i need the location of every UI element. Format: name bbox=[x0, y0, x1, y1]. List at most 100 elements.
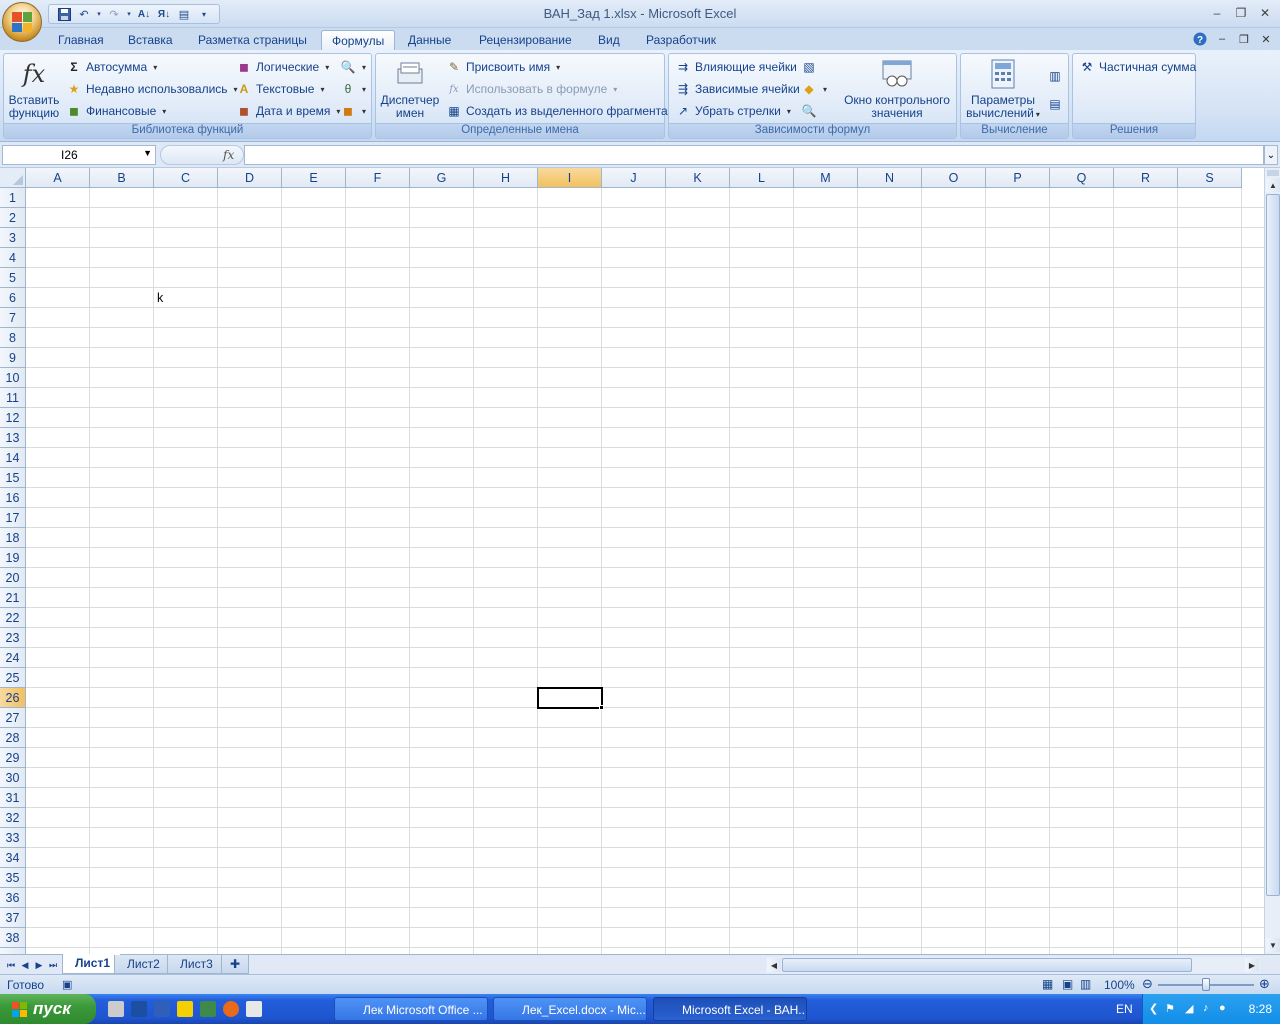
close-icon[interactable]: ✕ bbox=[1254, 4, 1276, 22]
scroll-right-icon[interactable]: ▶ bbox=[1245, 958, 1259, 972]
tray-app-icon[interactable]: ● bbox=[1219, 1002, 1226, 1014]
column-header-E[interactable]: E bbox=[282, 168, 346, 188]
minimize-icon[interactable]: ‒ bbox=[1206, 4, 1228, 22]
sheet-tab-1[interactable]: Лист1 bbox=[62, 954, 122, 974]
tab-data[interactable]: Данные bbox=[398, 30, 461, 50]
quicklaunch-app1-icon[interactable] bbox=[108, 1001, 124, 1017]
calculate-sheet-button[interactable]: ▤ bbox=[1047, 96, 1063, 112]
normal-view-icon[interactable]: ▦ bbox=[1042, 977, 1053, 991]
zoom-slider-knob[interactable] bbox=[1202, 978, 1210, 991]
column-header-S[interactable]: S bbox=[1178, 168, 1242, 188]
remove-arrows-button[interactable]: ↗ Убрать стрелки ▾ bbox=[675, 103, 791, 119]
column-header-R[interactable]: R bbox=[1114, 168, 1178, 188]
row-header-25[interactable]: 25 bbox=[0, 668, 26, 688]
math-functions-button[interactable]: θ ▾ bbox=[340, 81, 366, 97]
start-button[interactable]: пуск bbox=[0, 994, 96, 1024]
row-header-28[interactable]: 28 bbox=[0, 728, 26, 748]
column-header-C[interactable]: C bbox=[154, 168, 218, 188]
row-header-29[interactable]: 29 bbox=[0, 748, 26, 768]
quicklaunch-app2-icon[interactable] bbox=[131, 1001, 147, 1017]
last-sheet-icon[interactable]: ⏭ bbox=[46, 958, 60, 972]
row-header-6[interactable]: 6 bbox=[0, 288, 26, 308]
row-header-32[interactable]: 32 bbox=[0, 808, 26, 828]
sheet-tab-2[interactable]: Лист2 bbox=[114, 955, 171, 974]
taskbar-item-2[interactable]: Лек_Excel.docx - Mic... bbox=[493, 997, 647, 1021]
tab-view[interactable]: Вид bbox=[588, 30, 630, 50]
show-formulas-button[interactable]: ▧ bbox=[801, 59, 817, 75]
row-header-33[interactable]: 33 bbox=[0, 828, 26, 848]
row-header-7[interactable]: 7 bbox=[0, 308, 26, 328]
row-header-11[interactable]: 11 bbox=[0, 388, 26, 408]
row-header-14[interactable]: 14 bbox=[0, 448, 26, 468]
tab-insert[interactable]: Вставка bbox=[118, 30, 183, 50]
sheet-tab-3[interactable]: Лист3 bbox=[167, 955, 224, 974]
define-name-button[interactable]: ✎ Присвоить имя ▾ bbox=[446, 59, 560, 75]
financial-functions-button[interactable]: ◼ Финансовые ▾ bbox=[66, 103, 166, 119]
row-header-16[interactable]: 16 bbox=[0, 488, 26, 508]
worksheet-grid[interactable]: ABCDEFGHIJKLMNOPQRS 1 2 3 4 5 6 7 8 9 10 11 12 13 14 1… bbox=[0, 168, 1264, 954]
row-header-9[interactable]: 9 bbox=[0, 348, 26, 368]
scroll-up-icon[interactable]: ▲ bbox=[1266, 178, 1280, 192]
zoom-level[interactable]: 100% bbox=[1104, 978, 1135, 992]
row-header-27[interactable]: 27 bbox=[0, 708, 26, 728]
column-header-I[interactable]: I bbox=[538, 168, 602, 188]
column-header-P[interactable]: P bbox=[986, 168, 1050, 188]
page-layout-view-icon[interactable]: ▣ bbox=[1062, 977, 1073, 991]
row-header-19[interactable]: 19 bbox=[0, 548, 26, 568]
calculation-options-button[interactable]: Параметры вычислений ▾ bbox=[963, 58, 1043, 121]
tray-expand-icon[interactable]: ❮ bbox=[1149, 1002, 1158, 1015]
tab-review[interactable]: Рецензирование bbox=[469, 30, 582, 50]
quicklaunch-m-icon[interactable] bbox=[177, 1001, 193, 1017]
language-indicator[interactable]: EN bbox=[1116, 1002, 1133, 1016]
row-header-23[interactable]: 23 bbox=[0, 628, 26, 648]
error-checking-button[interactable]: ◆ ▾ bbox=[801, 81, 827, 97]
watch-window-button[interactable]: Окно контрольного значения bbox=[839, 58, 955, 120]
quicklaunch-word-icon[interactable] bbox=[154, 1001, 170, 1017]
quicklaunch-firefox-icon[interactable] bbox=[223, 1001, 239, 1017]
row-header-35[interactable]: 35 bbox=[0, 868, 26, 888]
create-from-selection-button[interactable]: ▦ Создать из выделенного фрагмента bbox=[446, 103, 667, 119]
column-header-D[interactable]: D bbox=[218, 168, 282, 188]
expand-formula-bar-icon[interactable]: ⌄ bbox=[1264, 145, 1278, 165]
tab-page-layout[interactable]: Разметка страницы bbox=[188, 30, 317, 50]
active-cell-I26[interactable] bbox=[537, 687, 603, 709]
vertical-scroll-thumb[interactable] bbox=[1266, 194, 1280, 896]
help-icon[interactable]: ? bbox=[1190, 30, 1210, 48]
tab-formulas[interactable]: Формулы bbox=[321, 30, 396, 50]
tray-flag-icon[interactable]: ⚑ bbox=[1165, 1002, 1175, 1015]
vertical-scrollbar[interactable]: ▲ ▼ bbox=[1264, 168, 1280, 954]
column-header-L[interactable]: L bbox=[730, 168, 794, 188]
formula-input[interactable] bbox=[244, 145, 1264, 165]
column-header-O[interactable]: O bbox=[922, 168, 986, 188]
row-header-15[interactable]: 15 bbox=[0, 468, 26, 488]
row-header-17[interactable]: 17 bbox=[0, 508, 26, 528]
row-header-22[interactable]: 22 bbox=[0, 608, 26, 628]
first-sheet-icon[interactable]: ⏮ bbox=[4, 958, 18, 972]
insert-function-icon[interactable]: fx bbox=[223, 148, 234, 162]
name-box[interactable]: I26 ▼ bbox=[2, 145, 156, 165]
tab-home[interactable]: Главная bbox=[48, 30, 114, 50]
fill-handle[interactable] bbox=[599, 705, 604, 710]
recent-functions-button[interactable]: ★ Недавно использовались ▾ bbox=[66, 81, 238, 97]
chevron-down-icon[interactable]: ▼ bbox=[143, 148, 152, 158]
taskbar-item-3[interactable]: Microsoft Excel - ВАН... bbox=[653, 997, 807, 1021]
select-all-button[interactable] bbox=[0, 168, 26, 188]
column-header-F[interactable]: F bbox=[346, 168, 410, 188]
macro-record-icon[interactable]: ▣ bbox=[62, 978, 72, 991]
text-functions-button[interactable]: A Текстовые ▾ bbox=[236, 81, 325, 97]
next-sheet-icon[interactable]: ▶ bbox=[32, 958, 46, 972]
row-header-3[interactable]: 3 bbox=[0, 228, 26, 248]
row-header-12[interactable]: 12 bbox=[0, 408, 26, 428]
office-button[interactable] bbox=[2, 2, 42, 42]
evaluate-formula-button[interactable]: 🔍 bbox=[801, 103, 817, 119]
row-header-30[interactable]: 30 bbox=[0, 768, 26, 788]
zoom-out-icon[interactable]: ⊖ bbox=[1142, 976, 1153, 992]
horizontal-scrollbar[interactable]: ◀ ▶ bbox=[766, 957, 1260, 973]
column-header-M[interactable]: M bbox=[794, 168, 858, 188]
horizontal-scroll-thumb[interactable] bbox=[782, 958, 1192, 972]
scroll-left-icon[interactable]: ◀ bbox=[767, 958, 781, 972]
row-header-18[interactable]: 18 bbox=[0, 528, 26, 548]
tray-signal-icon[interactable]: ◢ bbox=[1185, 1002, 1193, 1015]
page-break-view-icon[interactable]: ▥ bbox=[1080, 977, 1091, 991]
lookup-functions-button[interactable]: 🔍 ▾ bbox=[340, 59, 367, 75]
